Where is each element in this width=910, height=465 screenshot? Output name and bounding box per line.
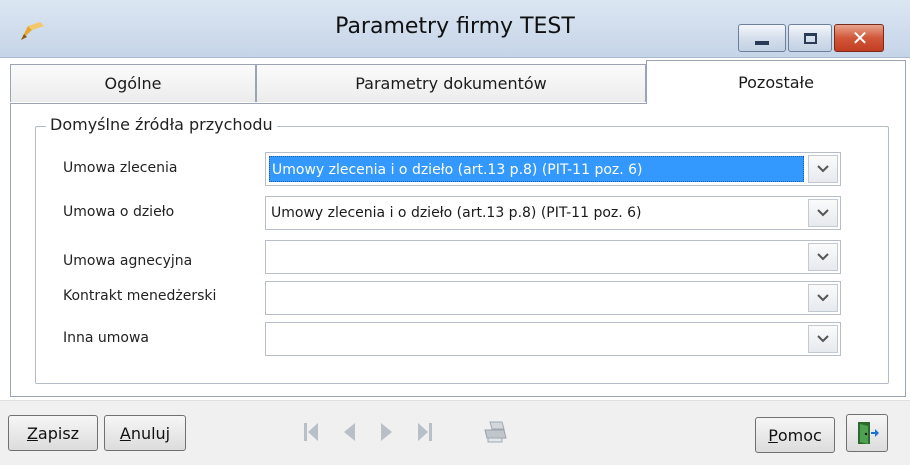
inna-umowa-select[interactable] <box>265 322 841 356</box>
tab-label: Ogólne <box>104 74 162 93</box>
umowa-o-dzielo-select[interactable]: Umowy zlecenia i o dzieło (art.13 p.8) (… <box>265 196 841 230</box>
chevron-down-icon <box>817 335 829 343</box>
previous-record-icon <box>344 423 355 441</box>
cancel-accelerator: A <box>119 423 131 443</box>
tab-parametry-dokumentow[interactable]: Parametry dokumentów <box>256 64 646 102</box>
help-label: omoc <box>777 425 822 445</box>
chevron-down-icon <box>817 294 829 302</box>
next-record-icon <box>381 423 392 441</box>
dropdown-button[interactable] <box>808 243 838 271</box>
exit-door-icon <box>858 422 879 444</box>
tab-label: Pozostałe <box>738 73 814 92</box>
tab-pozostale[interactable]: Pozostałe <box>646 60 906 104</box>
cancel-label: nuluj <box>130 423 171 443</box>
tab-strip: Ogólne Parametry dokumentów Pozostałe <box>10 60 906 104</box>
last-record-button[interactable] <box>410 416 440 448</box>
combo-value <box>269 285 271 311</box>
dropdown-button[interactable] <box>808 325 838 353</box>
dropdown-button[interactable] <box>808 284 838 312</box>
kontrakt-menedzerski-label: Kontrakt menedżerski <box>63 288 217 304</box>
combo-value <box>269 244 271 270</box>
minimize-button[interactable] <box>738 24 786 52</box>
umowa-zlecenia-select[interactable]: Umowy zlecenia i o dzieło (art.13 p.8) (… <box>265 152 841 186</box>
tab-label: Parametry dokumentów <box>355 74 547 93</box>
exit-button[interactable] <box>846 414 888 452</box>
print-button[interactable] <box>478 416 512 448</box>
previous-record-button[interactable] <box>334 416 364 448</box>
next-record-button[interactable] <box>372 416 402 448</box>
first-record-button[interactable] <box>296 416 326 448</box>
help-button[interactable]: Pomoc <box>755 417 835 453</box>
help-accelerator: P <box>768 425 778 445</box>
save-accelerator: Z <box>26 423 38 443</box>
maximize-button[interactable] <box>788 24 832 52</box>
dropdown-button[interactable] <box>808 199 838 227</box>
tab-panel-pozostale: Domyślne źródła przychodu Umowa zlecenia… <box>10 103 906 397</box>
close-icon: ✕ <box>851 26 869 50</box>
umowa-o-dzielo-label: Umowa o dzieło <box>63 204 175 220</box>
printer-icon <box>484 421 507 443</box>
chevron-down-icon <box>817 165 829 173</box>
dropdown-button[interactable] <box>808 155 838 183</box>
combo-value: Umowy zlecenia i o dzieło (art.13 p.8) (… <box>271 205 642 221</box>
cancel-button[interactable]: Anuluj <box>104 415 186 451</box>
umowa-zlecenia-label: Umowa zlecenia <box>63 160 178 176</box>
close-button[interactable]: ✕ <box>834 24 884 52</box>
maximize-icon <box>804 33 817 44</box>
first-record-icon <box>304 423 318 441</box>
combo-value <box>269 326 271 352</box>
save-button[interactable]: Zapisz <box>8 415 98 451</box>
minimize-icon <box>755 41 769 45</box>
group-title: Domyślne źródła przychodu <box>46 115 277 134</box>
chevron-down-icon <box>817 209 829 217</box>
title-bar: Parametry firmy TEST ✕ <box>0 0 910 58</box>
combo-value: Umowy zlecenia i o dzieło (art.13 p.8) (… <box>269 156 804 182</box>
save-label: apisz <box>37 423 80 443</box>
tab-ogolne[interactable]: Ogólne <box>10 64 256 102</box>
inna-umowa-label: Inna umowa <box>63 330 150 346</box>
chevron-down-icon <box>817 253 829 261</box>
last-record-icon <box>418 423 432 441</box>
kontrakt-menedzerski-select[interactable] <box>265 281 841 315</box>
umowa-agencyjna-select[interactable] <box>265 240 841 274</box>
umowa-agencyjna-label: Umowa agnecyjna <box>63 253 193 269</box>
